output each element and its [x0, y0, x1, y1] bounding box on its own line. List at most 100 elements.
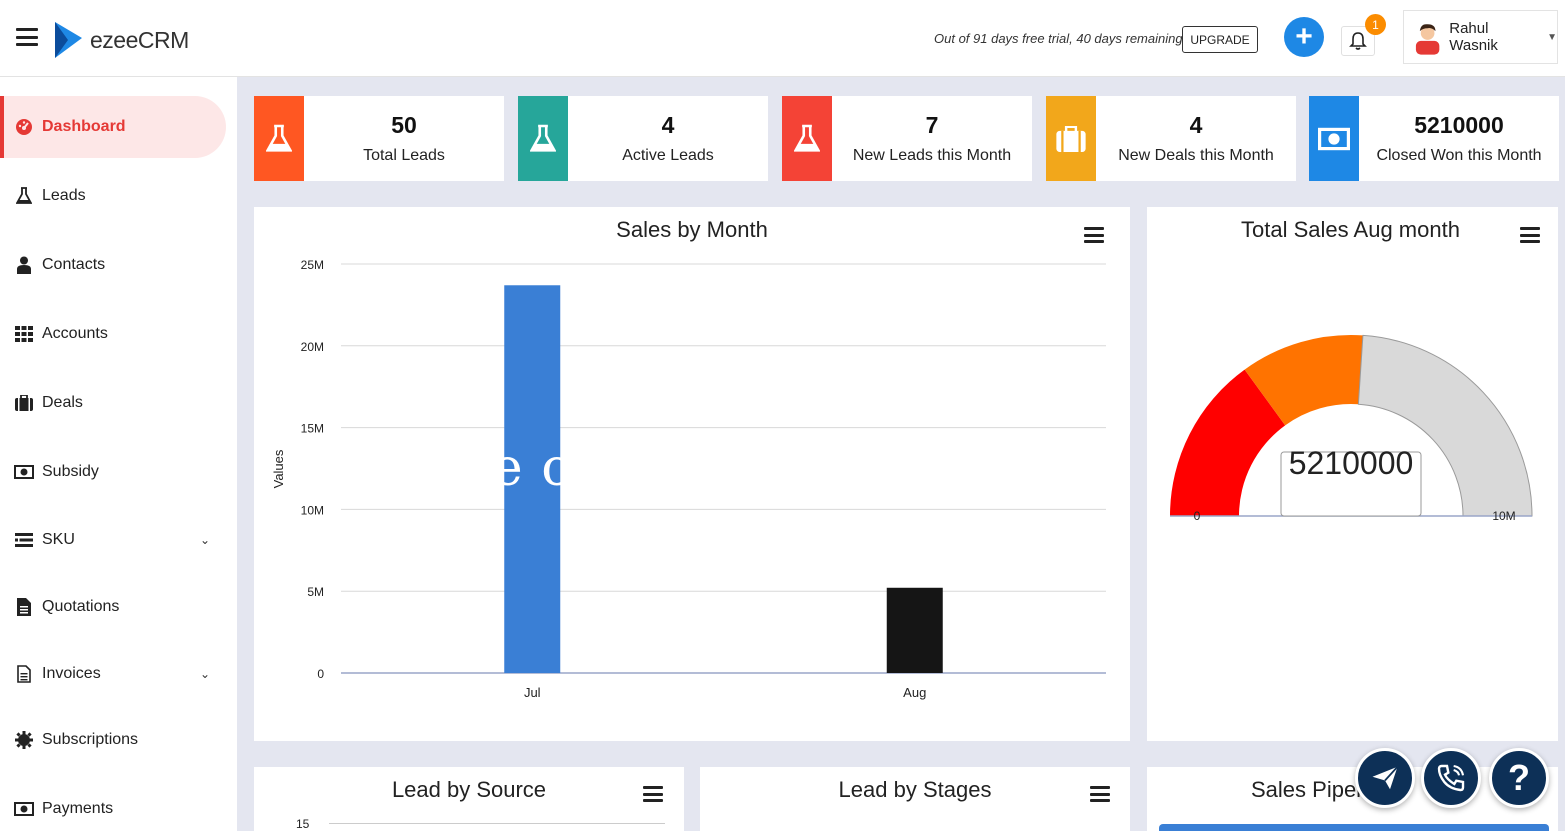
send-button[interactable]	[1355, 748, 1415, 808]
user-name: Rahul Wasnik	[1449, 20, 1498, 54]
stat-icon-box	[782, 96, 832, 181]
grid-icon	[14, 325, 34, 343]
stat-value: 5210000	[1414, 112, 1504, 138]
bell-icon	[1349, 32, 1367, 50]
x-tick-label: Aug	[903, 685, 926, 700]
sidebar-item-label: Dashboard	[42, 118, 126, 135]
watermark: te om	[470, 438, 624, 498]
sidebar-item-contacts[interactable]: Contacts	[0, 234, 226, 296]
briefcase-icon	[1056, 125, 1086, 152]
sidebar-item-invoices[interactable]: Invoices ⌄	[0, 643, 226, 705]
sidebar-item-quotations[interactable]: Quotations	[0, 576, 226, 638]
stat-value: 7	[925, 112, 939, 138]
y-tick-label: 10M	[301, 503, 324, 517]
trial-notice: Out of 91 days free trial, 40 days remai…	[934, 31, 1183, 46]
chevron-down-icon: ⌄	[199, 667, 210, 681]
sidebar-item-deals[interactable]: Deals	[0, 372, 226, 434]
lead-by-stages-panel: Lead by Stages	[700, 767, 1130, 831]
stat-value: 4	[1189, 112, 1203, 138]
x-tick-label: Jul	[524, 685, 541, 700]
stat-icon-box	[518, 96, 568, 181]
stat-label: Active Leads	[622, 147, 714, 164]
bar-aug	[886, 587, 943, 673]
document-icon	[14, 598, 34, 616]
user-menu[interactable]: Rahul Wasnik ▼	[1403, 10, 1558, 64]
y-tick-label: 0	[317, 667, 324, 681]
sidebar-item-label: Invoices	[42, 665, 101, 682]
sidebar-item-label: Subsidy	[42, 463, 99, 480]
call-button[interactable]	[1421, 748, 1481, 808]
flask-icon	[794, 124, 820, 152]
gauge-max-label: 10M	[1492, 509, 1515, 523]
notification-badge: 1	[1365, 14, 1386, 35]
stat-icon-box	[254, 96, 304, 181]
logo-text: ezeeCRM	[90, 26, 189, 53]
stat-label: Total Leads	[363, 147, 445, 164]
dashboard-icon	[14, 118, 34, 136]
top-header: ezeeCRM Out of 91 days free trial, 40 da…	[0, 0, 1565, 77]
y-tick-label: 25M	[301, 258, 324, 272]
stat-card-total-leads[interactable]: 50 Total Leads	[254, 96, 504, 181]
sidebar-item-label: Deals	[42, 394, 83, 411]
stat-card-closed-won[interactable]: 5210000 Closed Won this Month	[1309, 96, 1559, 181]
panel-title: Lead by Stages	[838, 777, 992, 802]
money-icon	[14, 463, 34, 481]
ezeecrm-logo-icon	[55, 22, 82, 58]
hamburger-menu-icon[interactable]	[16, 28, 38, 46]
briefcase-icon	[14, 394, 34, 412]
user-icon	[14, 256, 34, 274]
money-icon	[14, 800, 34, 818]
sidebar-item-dashboard[interactable]: Dashboard	[0, 96, 226, 158]
chevron-down-icon: ⌄	[199, 533, 210, 547]
help-button[interactable]: ?	[1489, 748, 1549, 808]
avatar	[1415, 24, 1440, 55]
sidebar-item-leads[interactable]: Leads	[0, 165, 226, 227]
y-tick-label: 5M	[307, 585, 324, 599]
sidebar-item-sku[interactable]: SKU ⌄	[0, 509, 226, 571]
y-tick-label: 15M	[301, 422, 324, 436]
flask-icon	[266, 124, 292, 152]
sidebar-item-label: Payments	[42, 800, 114, 817]
money-icon	[1318, 127, 1350, 150]
stat-card-new-deals[interactable]: 4 New Deals this Month	[1046, 96, 1296, 181]
gauge-value-label: 5210000	[1289, 445, 1414, 481]
y-tick-label: 20M	[301, 340, 324, 354]
sidebar-item-label: Accounts	[42, 325, 108, 342]
y-axis-label: Values	[271, 449, 286, 488]
sidebar-item-label: Leads	[42, 187, 86, 204]
question-mark-icon: ?	[1508, 757, 1530, 798]
paper-plane-icon	[1372, 766, 1399, 790]
stat-icon-box	[1046, 96, 1096, 181]
phone-icon	[1437, 764, 1465, 792]
stat-value: 50	[391, 112, 417, 138]
grid-line	[329, 823, 665, 824]
chart-menu-icon[interactable]	[1090, 786, 1110, 802]
sidebar-item-subsidy[interactable]: Subsidy	[0, 441, 226, 503]
cog-icon	[14, 731, 34, 749]
stat-card-new-leads[interactable]: 7 New Leads this Month	[782, 96, 1032, 181]
upgrade-button[interactable]: UPGRADE	[1182, 26, 1258, 53]
chart-menu-icon[interactable]	[643, 786, 663, 802]
sidebar-item-subscriptions[interactable]: Subscriptions	[0, 709, 226, 771]
sidebar-item-label: Quotations	[42, 598, 120, 615]
list-icon	[14, 531, 34, 549]
stat-label: New Leads this Month	[852, 147, 1012, 164]
app-logo[interactable]: ezeeCRM	[52, 20, 189, 60]
y-tick-label: 15	[296, 817, 310, 831]
stat-label: Closed Won this Month	[1376, 147, 1542, 164]
gauge-min-label: 0	[1194, 509, 1201, 523]
invoice-icon	[14, 665, 34, 683]
stat-label: New Deals this Month	[1118, 147, 1274, 164]
sidebar: Dashboard Leads Contacts Accounts Deals …	[0, 77, 237, 831]
stat-value: 4	[661, 112, 675, 138]
flask-icon	[530, 124, 556, 152]
pipeline-bar	[1159, 824, 1549, 831]
lead-by-source-panel: Lead by Source 15	[254, 767, 684, 831]
sidebar-item-accounts[interactable]: Accounts	[0, 303, 226, 365]
sidebar-item-label: SKU	[42, 531, 75, 548]
stat-card-active-leads[interactable]: 4 Active Leads	[518, 96, 768, 181]
sidebar-item-payments[interactable]: Payments	[0, 778, 226, 831]
stat-icon-box	[1309, 96, 1359, 181]
caret-down-icon: ▼	[1547, 31, 1557, 43]
add-button[interactable]: +	[1284, 17, 1324, 57]
